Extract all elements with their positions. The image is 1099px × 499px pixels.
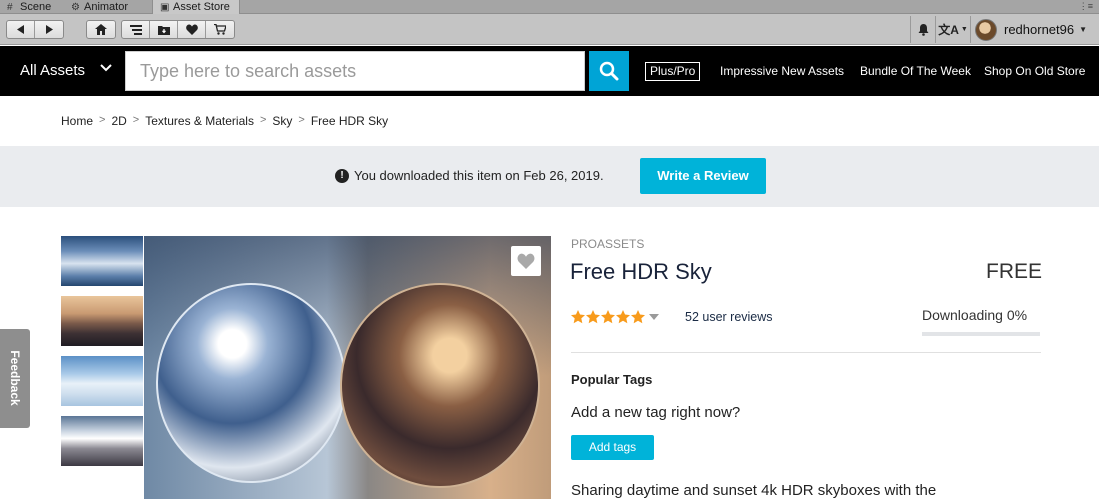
main-preview-image[interactable] bbox=[144, 236, 551, 499]
tab-scene[interactable]: # Scene bbox=[0, 0, 64, 14]
chevron-down-icon bbox=[649, 314, 659, 320]
toolbar-divider bbox=[970, 16, 971, 43]
bell-icon bbox=[918, 23, 928, 36]
search-icon bbox=[599, 61, 619, 81]
download-progress-bar bbox=[922, 332, 1040, 336]
user-reviews-link[interactable]: 52 user reviews bbox=[685, 310, 773, 324]
plus-pro-link[interactable]: Plus/Pro bbox=[645, 62, 701, 81]
animator-icon: ⚙ bbox=[71, 2, 80, 13]
breadcrumb-separator: > bbox=[132, 114, 140, 126]
popular-tags-heading: Popular Tags bbox=[571, 372, 653, 387]
breadcrumb-item-home[interactable]: Home bbox=[61, 114, 93, 128]
feedback-tab[interactable]: Feedback bbox=[0, 329, 30, 428]
notifications-button[interactable] bbox=[911, 17, 935, 42]
editor-tab-bar: # Scene ⚙ Animator ▣ Asset Store ⋮≡ bbox=[0, 0, 1099, 14]
breadcrumb: Home > 2D > Textures & Materials > Sky >… bbox=[61, 114, 388, 128]
divider bbox=[571, 352, 1041, 353]
language-button[interactable]: 文A ▼ bbox=[937, 17, 969, 42]
cart-icon bbox=[214, 24, 226, 35]
tab-asset-store[interactable]: ▣ Asset Store bbox=[152, 0, 240, 14]
avatar bbox=[975, 18, 997, 41]
folder-download-icon bbox=[157, 25, 170, 35]
nav-link-impressive-new-assets[interactable]: Impressive New Assets bbox=[720, 64, 844, 78]
breadcrumb-item-2d[interactable]: 2D bbox=[111, 114, 126, 128]
download-status: Downloading 0% bbox=[922, 307, 1028, 323]
daytime-sphere bbox=[156, 283, 346, 483]
home-group bbox=[86, 20, 116, 39]
add-tags-button[interactable]: Add tags bbox=[571, 435, 654, 460]
chevron-down-icon: ▼ bbox=[960, 26, 968, 33]
account-menu[interactable]: redhornet96 ▼ bbox=[975, 17, 1087, 42]
star-icon bbox=[631, 310, 645, 324]
chevron-down-icon[interactable] bbox=[100, 64, 112, 72]
feedback-label: Feedback bbox=[8, 350, 22, 406]
tab-animator[interactable]: ⚙ Animator bbox=[64, 0, 148, 14]
store-navbar: All Assets Plus/Pro Impressive New Asset… bbox=[0, 46, 1099, 96]
back-icon bbox=[16, 25, 24, 34]
sunset-sphere bbox=[340, 283, 540, 488]
nav-link-shop-on-old-store[interactable]: Shop On Old Store bbox=[984, 64, 1085, 78]
star-icon bbox=[601, 310, 615, 324]
tab-asset-store-label: Asset Store bbox=[173, 1, 230, 13]
store-icon: ▣ bbox=[160, 2, 170, 13]
home-button[interactable] bbox=[87, 21, 115, 38]
download-notice: ! You downloaded this item on Feb 26, 20… bbox=[0, 146, 1099, 207]
downloads-button[interactable] bbox=[150, 21, 178, 38]
heart-icon bbox=[517, 253, 535, 269]
price: FREE bbox=[986, 260, 1043, 283]
forward-button[interactable] bbox=[35, 21, 63, 38]
forward-icon bbox=[46, 25, 53, 34]
thumbnail-3[interactable] bbox=[61, 356, 143, 406]
asset-description: Sharing daytime and sunset 4k HDR skybox… bbox=[571, 482, 937, 499]
write-review-button[interactable]: Write a Review bbox=[640, 158, 766, 194]
tab-animator-label: Animator bbox=[84, 1, 129, 13]
favorite-button[interactable] bbox=[511, 246, 541, 276]
back-button[interactable] bbox=[7, 21, 35, 38]
publisher-name[interactable]: PROASSETS bbox=[571, 237, 644, 251]
breadcrumb-item-current: Free HDR Sky bbox=[310, 114, 389, 128]
wishlist-button[interactable] bbox=[178, 21, 206, 38]
star-icon bbox=[586, 310, 600, 324]
thumbnail-1[interactable] bbox=[61, 236, 143, 286]
breadcrumb-item-sky[interactable]: Sky bbox=[272, 114, 292, 128]
search-box bbox=[125, 51, 585, 91]
home-icon bbox=[95, 24, 107, 35]
chevron-down-icon: ▼ bbox=[1079, 25, 1088, 34]
breadcrumb-item-textures[interactable]: Textures & Materials bbox=[145, 114, 254, 128]
breadcrumb-separator: > bbox=[298, 114, 305, 126]
all-assets-dropdown[interactable]: All Assets bbox=[20, 62, 85, 79]
breadcrumb-separator: > bbox=[259, 114, 267, 126]
add-tag-prompt: Add a new tag right now? bbox=[571, 404, 741, 421]
thumbnail-2[interactable] bbox=[61, 296, 143, 346]
cart-button[interactable] bbox=[206, 21, 234, 38]
username: redhornet96 bbox=[1004, 22, 1075, 37]
star-icon bbox=[571, 310, 585, 324]
tab-scene-label: Scene bbox=[20, 1, 52, 13]
tab-menu-icon[interactable]: ⋮≡ bbox=[1079, 1, 1093, 12]
search-button[interactable] bbox=[589, 51, 629, 91]
list-button[interactable] bbox=[122, 21, 150, 38]
editor-toolbar: 文A ▼ redhornet96 ▼ bbox=[0, 14, 1099, 45]
thumbnail-4[interactable] bbox=[61, 416, 143, 466]
nav-link-bundle-of-the-week[interactable]: Bundle Of The Week bbox=[860, 64, 971, 78]
list-icon bbox=[129, 24, 142, 35]
history-nav bbox=[6, 20, 64, 39]
store-tools bbox=[121, 20, 235, 39]
star-rating[interactable] bbox=[571, 309, 660, 325]
info-icon: ! bbox=[335, 169, 349, 183]
grid-icon: # bbox=[7, 2, 13, 13]
translate-icon: 文A bbox=[938, 23, 959, 37]
star-icon bbox=[616, 310, 630, 324]
notice-text: You downloaded this item on Feb 26, 2019… bbox=[354, 168, 604, 183]
heart-icon bbox=[185, 24, 198, 35]
asset-title: Free HDR Sky bbox=[570, 259, 712, 284]
breadcrumb-separator: > bbox=[99, 114, 106, 126]
search-input[interactable] bbox=[126, 52, 584, 90]
toolbar-divider bbox=[935, 16, 936, 43]
